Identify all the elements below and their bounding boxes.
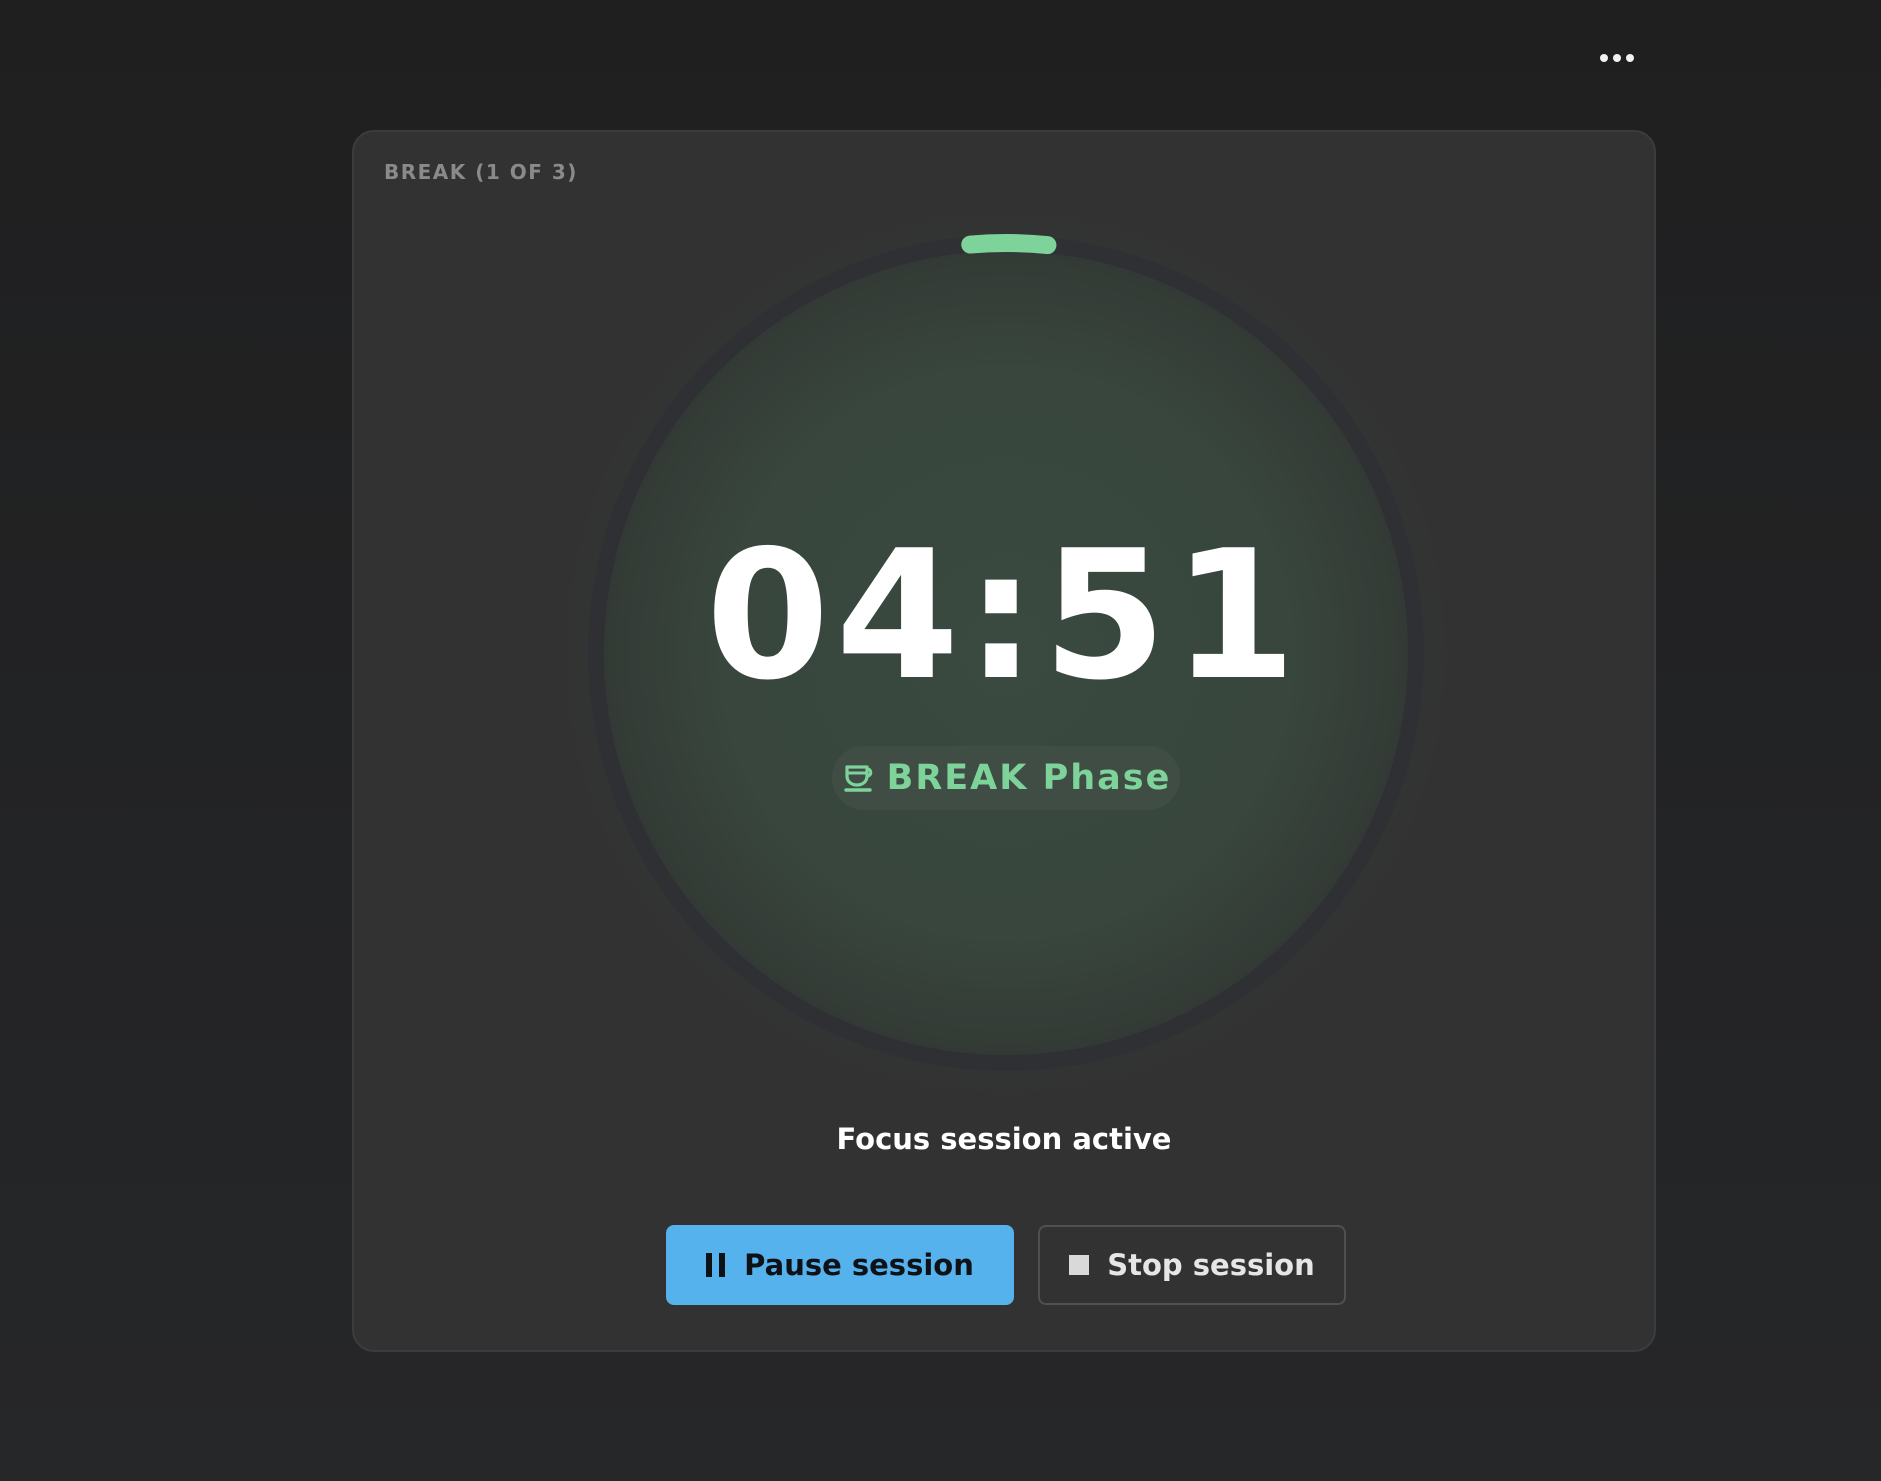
session-status: Focus session active — [836, 1122, 1172, 1156]
stop-icon — [1069, 1255, 1090, 1275]
stop-session-label: Stop session — [1107, 1248, 1315, 1282]
countdown-time: 04:51 — [705, 512, 1303, 719]
progress-arc — [587, 234, 1425, 1072]
session-phase-label: BREAK (1 OF 3) — [384, 160, 578, 184]
more-dot — [1613, 54, 1621, 62]
timer-card: BREAK (1 OF 3) 04:51 BREAK Phase Focus s… — [352, 130, 1656, 1352]
more-options-button[interactable] — [1593, 40, 1641, 76]
dial-face — [602, 249, 1410, 1057]
timer-dial: 04:51 BREAK Phase — [354, 132, 1654, 1350]
dial-halo — [536, 183, 1476, 1123]
coffee-cup-icon — [843, 765, 872, 792]
progress-track — [588, 235, 1424, 1071]
more-dot — [1600, 54, 1608, 62]
pause-session-label: Pause session — [744, 1248, 974, 1282]
phase-badge: BREAK Phase — [832, 746, 1180, 810]
pause-icon — [706, 1253, 726, 1277]
stop-session-button[interactable]: Stop session — [1038, 1225, 1346, 1305]
more-dot — [1626, 54, 1634, 62]
pause-session-button[interactable]: Pause session — [666, 1225, 1014, 1305]
progress-ring — [536, 183, 1476, 1123]
phase-label: BREAK Phase — [886, 758, 1172, 798]
